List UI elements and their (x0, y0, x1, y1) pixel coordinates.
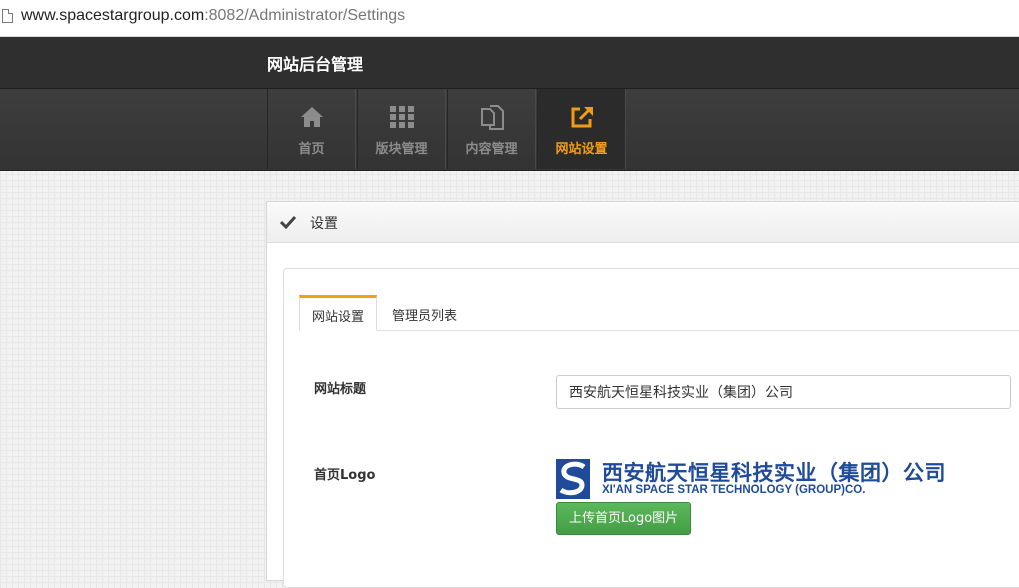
logo-text-en: XI'AN SPACE STAR TECHNOLOGY (GROUP)CO. (602, 484, 866, 496)
upload-logo-button[interactable]: 上传首页Logo图片 (556, 502, 692, 535)
company-logo: 西安航天恒星科技实业（集团）公司 XI'AN SPACE STAR TECHNO… (556, 459, 946, 503)
panel-header: 设置 (267, 202, 1019, 243)
site-title-label: 网站标题 (314, 382, 367, 397)
home-icon (301, 107, 323, 127)
url-host: www.spacestargroup.com (21, 7, 205, 24)
logo-text-cn: 西安航天恒星科技实业（集团）公司 (602, 461, 946, 485)
nav-label-site-settings: 网站设置 (555, 142, 608, 157)
nav-item-site-settings[interactable]: 网站设置 (537, 89, 626, 169)
logo-mark-icon (556, 459, 590, 499)
site-title-input[interactable] (556, 375, 1011, 409)
settings-panel: 设置 网站设置 管理员列表 网站标题 首页Logo 西安航天恒星科技实业（集团）… (266, 201, 1019, 588)
grid-icon (390, 106, 414, 128)
logo-label: 首页Logo (314, 468, 376, 483)
nav-label-content: 内容管理 (465, 142, 518, 157)
settings-box: 网站设置 管理员列表 网站标题 首页Logo 西安航天恒星科技实业（集团）公司 … (283, 268, 1019, 588)
nav-item-content[interactable]: 内容管理 (447, 89, 536, 169)
page-icon (2, 9, 13, 23)
tab-admin-list[interactable]: 管理员列表 (380, 295, 469, 331)
site-title: 网站后台管理 (267, 55, 364, 74)
url-path: :8082/Administrator/Settings (204, 7, 406, 24)
copy-icon (481, 105, 504, 130)
url-text[interactable]: www.spacestargroup.com:8082/Administrato… (21, 7, 405, 25)
nav-item-sections[interactable]: 版块管理 (357, 89, 446, 169)
external-link-icon (571, 106, 593, 128)
nav-label-home: 首页 (298, 142, 325, 157)
top-header: 网站后台管理 (0, 37, 1019, 88)
nav-item-home[interactable]: 首页 (267, 89, 356, 169)
tab-site-settings[interactable]: 网站设置 (299, 295, 378, 331)
nav-label-sections: 版块管理 (375, 142, 428, 157)
panel-title: 设置 (310, 216, 338, 232)
main-nav: 首页 版块管理 内容管理 网站设置 (0, 88, 1019, 171)
check-icon (280, 215, 296, 229)
browser-address-bar[interactable]: www.spacestargroup.com:8082/Administrato… (0, 0, 1019, 37)
